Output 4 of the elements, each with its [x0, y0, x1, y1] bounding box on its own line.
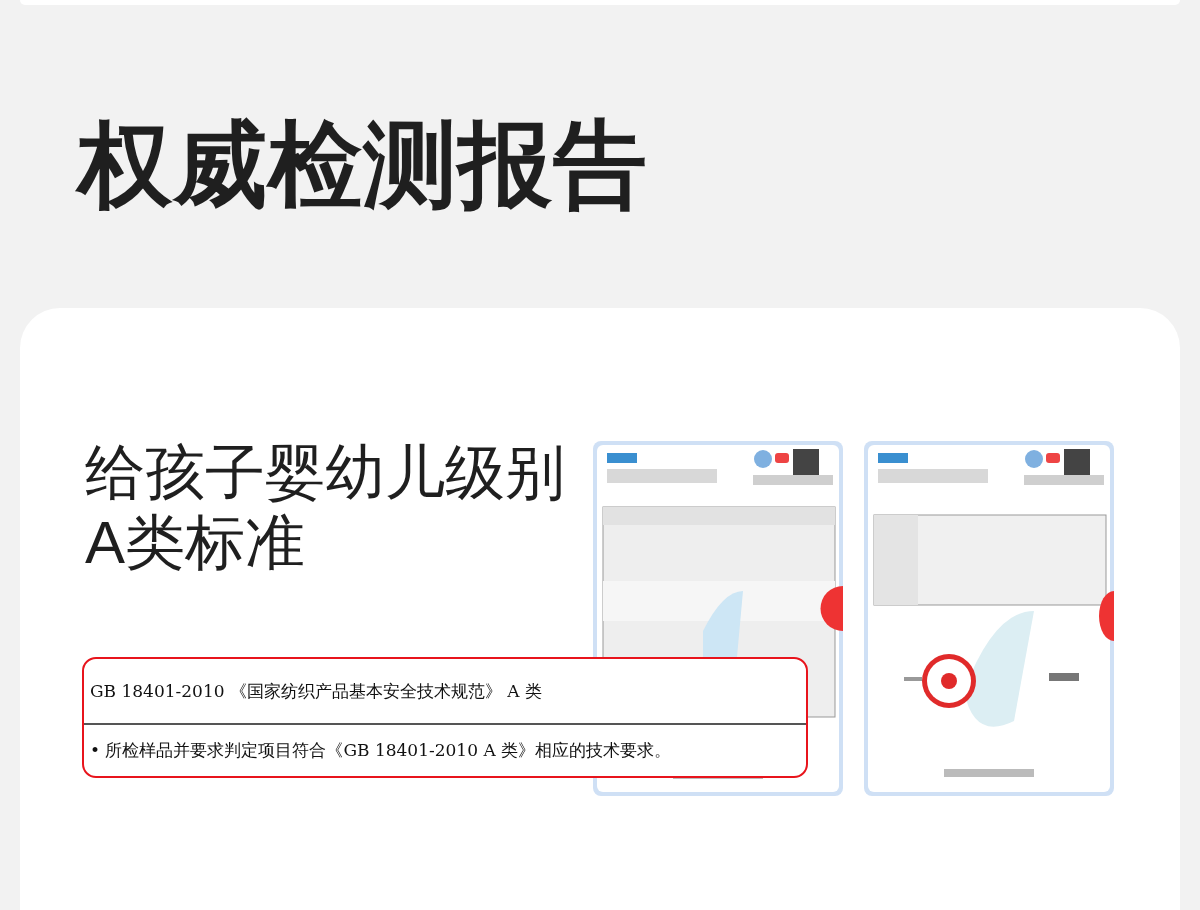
standard-text: GB 18401-2010 《国家纺织产品基本安全技术规范》 A 类 [90, 679, 543, 703]
page-title: 权威检测报告 [0, 5, 1200, 217]
section-heading: 给孩子婴幼儿级别 A类标准 [85, 438, 566, 578]
conclusion-text: • 所检样品并要求判定项目符合《GB 18401-2010 A 类》相应的技术要求。 [90, 739, 672, 762]
